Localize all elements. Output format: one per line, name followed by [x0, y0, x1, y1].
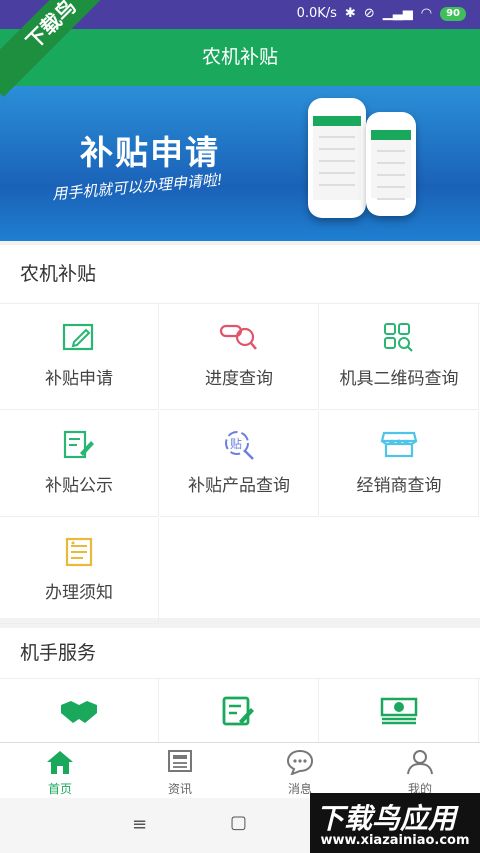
tab-label: 资讯: [167, 782, 192, 796]
mute-icon: ⊘: [363, 6, 375, 21]
signal-icon: ▁▃▅: [382, 6, 413, 21]
menu-button[interactable]: ≡: [132, 814, 147, 835]
watermark-url: www.xiazainiao.com: [320, 833, 470, 848]
page-title: 农机补贴: [0, 29, 480, 86]
tab-home[interactable]: 首页: [0, 743, 120, 799]
service-item-handshake[interactable]: [0, 679, 159, 742]
tab-messages[interactable]: 消息: [240, 743, 360, 799]
clipboard-edit-icon: [63, 430, 94, 459]
product-search-icon: 贴: [225, 431, 254, 460]
qrcode-query-button[interactable]: 机具二维码查询: [320, 304, 479, 410]
banner-title: 补贴申请: [80, 133, 220, 172]
dealer-query-button[interactable]: 经销商查询: [320, 411, 479, 517]
tab-label: 首页: [47, 782, 72, 796]
cell-label: 办理须知: [45, 583, 113, 603]
phone-illustration: [366, 112, 416, 216]
home-icon: [47, 751, 73, 774]
svg-text:贴: 贴: [230, 437, 242, 451]
phone-illustration: [308, 98, 366, 218]
status-icons: 0.0K/s ✱ ⊘ ▁▃▅ ◠ 90: [297, 6, 466, 21]
cell-label: 补贴公示: [45, 476, 113, 496]
section-title: 机手服务: [0, 628, 480, 679]
search-progress-icon: [219, 324, 257, 350]
watermark-logo: 下载鸟应用 www.xiazainiao.com: [310, 793, 480, 853]
watermark-brand: 下载鸟应用: [316, 802, 457, 835]
cell-label: 补贴申请: [45, 369, 113, 389]
banner[interactable]: 补贴申请 用手机就可以办理申请啦!: [0, 86, 480, 241]
cell-label: 进度查询: [205, 369, 273, 389]
progress-query-button[interactable]: 进度查询: [160, 304, 319, 410]
news-icon: [168, 750, 192, 772]
battery-icon: 90: [440, 6, 466, 21]
notice-button[interactable]: 办理须知: [0, 518, 159, 624]
cell-label: 补贴产品查询: [188, 476, 290, 496]
cell-label: 经销商查询: [356, 476, 442, 496]
money-icon: [380, 697, 418, 725]
form-edit-icon: [222, 696, 254, 726]
shop-icon: [380, 431, 418, 458]
network-speed: 0.0K/s: [296, 6, 337, 21]
section-title: 农机补贴: [0, 245, 480, 304]
cell-label: 机具二维码查询: [339, 369, 459, 389]
bluetooth-icon: ✱: [344, 6, 356, 21]
service-item-form[interactable]: [160, 679, 319, 742]
subsidy-apply-button[interactable]: 补贴申请: [0, 304, 159, 410]
product-query-button[interactable]: 贴 补贴产品查询: [160, 411, 319, 517]
service-item-money[interactable]: [320, 679, 479, 742]
qrcode-search-icon: [384, 323, 413, 352]
home-button[interactable]: ▢: [230, 812, 247, 833]
tab-profile[interactable]: 我的: [360, 743, 480, 799]
wifi-icon: ◠: [420, 6, 433, 21]
tab-news[interactable]: 资讯: [120, 743, 240, 799]
service-section: 机手服务: [0, 628, 480, 742]
edit-icon: [62, 323, 94, 351]
message-icon: [286, 749, 314, 775]
bottom-tab-bar: 首页 资讯 消息 我的: [0, 742, 480, 799]
handshake-icon: [61, 701, 97, 723]
subsidy-public-button[interactable]: 补贴公示: [0, 411, 159, 517]
notice-icon: [65, 537, 93, 567]
subsidy-section: 农机补贴 补贴申请 进度查询 机具二维码查询 补贴公示 贴 补贴产品查询 经销商…: [0, 245, 480, 624]
profile-icon: [407, 750, 433, 775]
